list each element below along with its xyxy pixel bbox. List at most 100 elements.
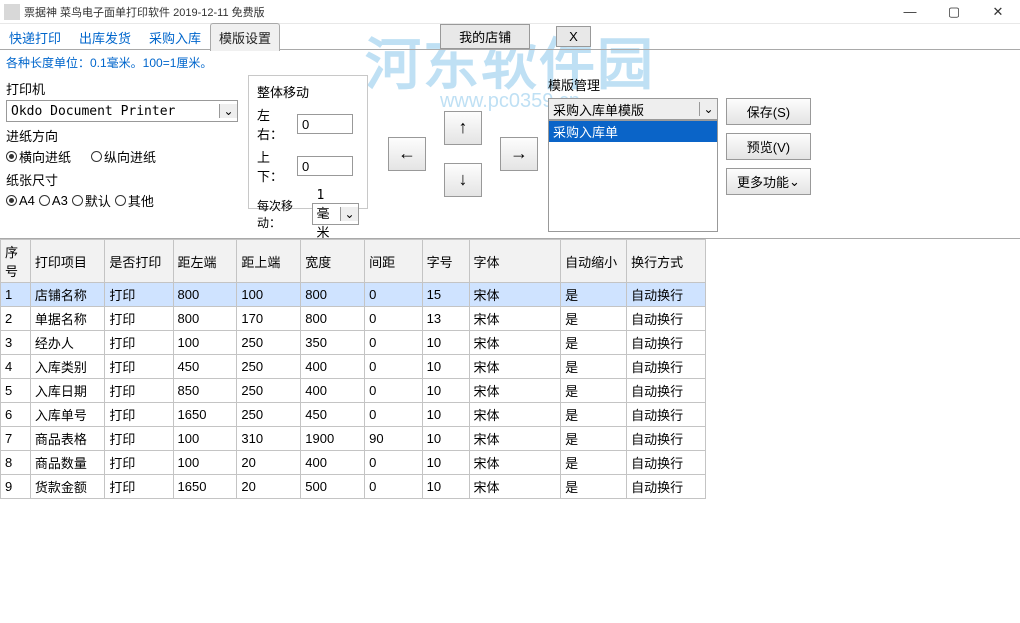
cell-item[interactable]: 入库单号 — [30, 403, 105, 427]
cell-width[interactable]: 800 — [301, 283, 365, 307]
cell-width[interactable]: 1900 — [301, 427, 365, 451]
cell-top[interactable]: 100 — [237, 283, 301, 307]
th-auto[interactable]: 自动缩小 — [561, 240, 627, 283]
move-lr-input[interactable] — [297, 114, 353, 134]
cell-left[interactable]: 1650 — [173, 403, 237, 427]
cell-width[interactable]: 400 — [301, 355, 365, 379]
cell-item[interactable]: 入库日期 — [30, 379, 105, 403]
arrow-down-button[interactable]: ↓ — [444, 163, 482, 197]
cell-width[interactable]: 350 — [301, 331, 365, 355]
cell-top[interactable]: 20 — [237, 475, 301, 499]
th-left[interactable]: 距左端 — [173, 240, 237, 283]
cell-left[interactable]: 450 — [173, 355, 237, 379]
cell-opt[interactable]: 打印 — [105, 427, 173, 451]
th-item[interactable]: 打印项目 — [30, 240, 105, 283]
cell-item[interactable]: 经办人 — [30, 331, 105, 355]
cell-gap[interactable]: 0 — [365, 283, 423, 307]
cell-left[interactable]: 100 — [173, 427, 237, 451]
cell-fsize[interactable]: 15 — [422, 283, 469, 307]
cell-gap[interactable]: 0 — [365, 379, 423, 403]
cell-font[interactable]: 宋体 — [469, 475, 561, 499]
radio-a3[interactable]: A3 — [39, 191, 68, 210]
cell-seq[interactable]: 4 — [1, 355, 31, 379]
cell-wrap[interactable]: 自动换行 — [627, 427, 706, 451]
cell-wrap[interactable]: 自动换行 — [627, 475, 706, 499]
tab-quick-print[interactable]: 快递打印 — [0, 23, 70, 51]
cell-opt[interactable]: 打印 — [105, 379, 173, 403]
cell-wrap[interactable]: 自动换行 — [627, 451, 706, 475]
cell-left[interactable]: 100 — [173, 331, 237, 355]
cell-font[interactable]: 宋体 — [469, 403, 561, 427]
arrow-left-button[interactable]: ← — [388, 137, 426, 171]
cell-top[interactable]: 250 — [237, 379, 301, 403]
cell-fsize[interactable]: 10 — [422, 379, 469, 403]
cell-wrap[interactable]: 自动换行 — [627, 331, 706, 355]
cell-wrap[interactable]: 自动换行 — [627, 355, 706, 379]
table-row[interactable]: 8商品数量打印10020400010宋体是自动换行 — [1, 451, 706, 475]
cell-item[interactable]: 入库类别 — [30, 355, 105, 379]
cell-item[interactable]: 商品数量 — [30, 451, 105, 475]
cell-fsize[interactable]: 10 — [422, 355, 469, 379]
cell-opt[interactable]: 打印 — [105, 283, 173, 307]
table-row[interactable]: 4入库类别打印450250400010宋体是自动换行 — [1, 355, 706, 379]
save-button[interactable]: 保存(S) — [726, 98, 811, 125]
move-step-select[interactable]: 1毫米 ⌄ — [312, 203, 359, 225]
cell-opt[interactable]: 打印 — [105, 451, 173, 475]
cell-seq[interactable]: 5 — [1, 379, 31, 403]
move-ud-input[interactable] — [297, 156, 353, 176]
tab-out-stock[interactable]: 出库发货 — [70, 23, 140, 51]
cell-width[interactable]: 400 — [301, 379, 365, 403]
radio-other[interactable]: 其他 — [115, 191, 154, 210]
tab-template-settings[interactable]: 模版设置 — [210, 23, 280, 51]
table-row[interactable]: 6入库单号打印1650250450010宋体是自动换行 — [1, 403, 706, 427]
cell-seq[interactable]: 2 — [1, 307, 31, 331]
table-row[interactable]: 9货款金额打印165020500010宋体是自动换行 — [1, 475, 706, 499]
cell-seq[interactable]: 9 — [1, 475, 31, 499]
cell-opt[interactable]: 打印 — [105, 331, 173, 355]
cell-left[interactable]: 800 — [173, 307, 237, 331]
th-wrap[interactable]: 换行方式 — [627, 240, 706, 283]
cell-left[interactable]: 1650 — [173, 475, 237, 499]
table-row[interactable]: 2单据名称打印800170800013宋体是自动换行 — [1, 307, 706, 331]
cell-left[interactable]: 100 — [173, 451, 237, 475]
table-row[interactable]: 7商品表格打印10031019009010宋体是自动换行 — [1, 427, 706, 451]
my-shop-button[interactable]: 我的店铺 — [440, 24, 530, 49]
cell-font[interactable]: 宋体 — [469, 355, 561, 379]
cell-opt[interactable]: 打印 — [105, 307, 173, 331]
cell-fsize[interactable]: 10 — [422, 403, 469, 427]
cell-auto[interactable]: 是 — [561, 307, 627, 331]
cell-seq[interactable]: 3 — [1, 331, 31, 355]
cell-gap[interactable]: 0 — [365, 475, 423, 499]
cell-width[interactable]: 800 — [301, 307, 365, 331]
cell-top[interactable]: 310 — [237, 427, 301, 451]
cell-item[interactable]: 店铺名称 — [30, 283, 105, 307]
cell-font[interactable]: 宋体 — [469, 451, 561, 475]
cell-gap[interactable]: 0 — [365, 403, 423, 427]
cell-left[interactable]: 850 — [173, 379, 237, 403]
cell-fsize[interactable]: 13 — [422, 307, 469, 331]
cell-seq[interactable]: 8 — [1, 451, 31, 475]
radio-vertical[interactable]: 纵向进纸 — [91, 147, 156, 166]
cell-wrap[interactable]: 自动换行 — [627, 307, 706, 331]
cell-gap[interactable]: 0 — [365, 451, 423, 475]
cell-opt[interactable]: 打印 — [105, 355, 173, 379]
tab-purchase-in[interactable]: 采购入库 — [140, 23, 210, 51]
cell-font[interactable]: 宋体 — [469, 379, 561, 403]
cell-auto[interactable]: 是 — [561, 283, 627, 307]
cell-item[interactable]: 单据名称 — [30, 307, 105, 331]
cell-auto[interactable]: 是 — [561, 475, 627, 499]
cell-auto[interactable]: 是 — [561, 427, 627, 451]
cell-top[interactable]: 250 — [237, 331, 301, 355]
cell-fsize[interactable]: 10 — [422, 475, 469, 499]
th-font[interactable]: 字体 — [469, 240, 561, 283]
cell-gap[interactable]: 90 — [365, 427, 423, 451]
maximize-button[interactable]: ▢ — [932, 0, 976, 24]
cell-font[interactable]: 宋体 — [469, 427, 561, 451]
cell-opt[interactable]: 打印 — [105, 403, 173, 427]
radio-default[interactable]: 默认 — [72, 191, 111, 210]
cell-wrap[interactable]: 自动换行 — [627, 283, 706, 307]
cell-auto[interactable]: 是 — [561, 355, 627, 379]
cell-font[interactable]: 宋体 — [469, 307, 561, 331]
cell-seq[interactable]: 7 — [1, 427, 31, 451]
cell-item[interactable]: 货款金额 — [30, 475, 105, 499]
